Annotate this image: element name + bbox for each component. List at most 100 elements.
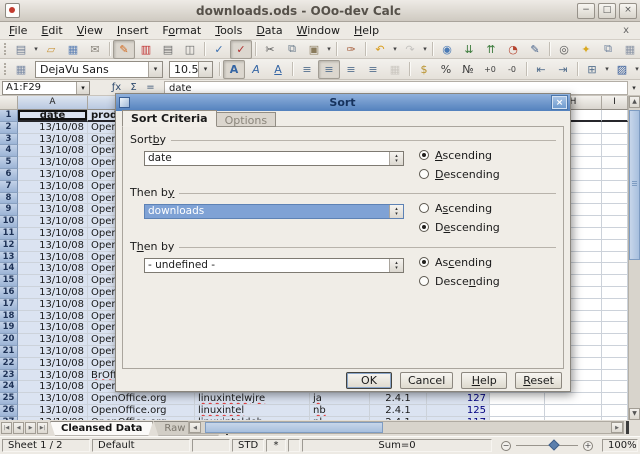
formula-bar-expand-icon[interactable]: ▾ bbox=[628, 84, 640, 92]
row-header-7[interactable]: 7 bbox=[0, 181, 18, 193]
cell-a21[interactable]: 13/10/08 bbox=[18, 346, 88, 358]
row-header-8[interactable]: 8 bbox=[0, 193, 18, 205]
cell-a14[interactable]: 13/10/08 bbox=[18, 263, 88, 275]
font-name-combobox[interactable]: DejaVu Sans▾ bbox=[35, 61, 163, 78]
ok-button[interactable]: OK bbox=[346, 372, 392, 389]
auto-spellcheck-button[interactable]: ✓ bbox=[230, 40, 252, 59]
align-left-button[interactable]: ≡ bbox=[296, 60, 318, 79]
then-by-2-value[interactable]: - undefined - bbox=[145, 259, 389, 272]
undo-dropdown-icon[interactable]: ▾ bbox=[391, 45, 399, 53]
last-sheet-button[interactable]: ▶| bbox=[37, 422, 48, 434]
cell-a2[interactable]: 13/10/08 bbox=[18, 122, 88, 134]
sort-by-spinner-icon[interactable]: ▴▾ bbox=[389, 152, 403, 165]
cell-a7[interactable]: 13/10/08 bbox=[18, 181, 88, 193]
scroll-left-icon[interactable]: ◀ bbox=[189, 422, 201, 433]
then-by-2-ascending-radio[interactable] bbox=[419, 257, 429, 267]
hyperlink-button[interactable]: ◉ bbox=[436, 40, 458, 59]
undo-button[interactable]: ↶ bbox=[369, 40, 391, 59]
cell-a26[interactable]: 13/10/08 bbox=[18, 405, 88, 417]
cell-a12[interactable]: 13/10/08 bbox=[18, 240, 88, 252]
cell-i10[interactable] bbox=[602, 216, 628, 228]
redo-button[interactable]: ↷ bbox=[399, 40, 421, 59]
find-replace-button[interactable]: ◎ bbox=[553, 40, 575, 59]
bold-button[interactable]: A bbox=[223, 60, 245, 79]
cell-d26[interactable]: nb bbox=[310, 405, 370, 417]
styles-window-button[interactable]: ▦ bbox=[10, 60, 32, 79]
redo-dropdown-icon[interactable]: ▾ bbox=[421, 45, 429, 53]
row-header-4[interactable]: 4 bbox=[0, 145, 18, 157]
background-color-button[interactable]: ▨ bbox=[611, 60, 633, 79]
background-color-dropdown-icon[interactable]: ▾ bbox=[633, 65, 640, 73]
new-document-button[interactable]: ▤ bbox=[10, 40, 32, 59]
minimize-button[interactable]: − bbox=[577, 3, 595, 19]
borders-button[interactable]: ⊞ bbox=[581, 60, 603, 79]
spellcheck-button[interactable]: ✓ bbox=[208, 40, 230, 59]
scroll-down-icon[interactable]: ▼ bbox=[629, 408, 640, 420]
row-header-9[interactable]: 9 bbox=[0, 204, 18, 216]
cell-i19[interactable] bbox=[602, 322, 628, 334]
grid-corner[interactable] bbox=[0, 96, 18, 110]
row-header-12[interactable]: 12 bbox=[0, 240, 18, 252]
then-by-1-combobox[interactable]: downloads▴▾ bbox=[144, 204, 404, 219]
cell-a1[interactable]: date bbox=[18, 110, 88, 122]
font-name-value[interactable]: DejaVu Sans bbox=[36, 63, 148, 76]
cell-i1[interactable] bbox=[602, 110, 628, 122]
menu-insert[interactable]: Insert bbox=[110, 23, 156, 38]
row-header-3[interactable]: 3 bbox=[0, 134, 18, 146]
zoom-slider[interactable]: − + bbox=[494, 441, 600, 451]
menu-help[interactable]: Help bbox=[347, 23, 386, 38]
cell-a16[interactable]: 13/10/08 bbox=[18, 287, 88, 299]
help-button[interactable]: Help bbox=[461, 372, 507, 389]
cell-i15[interactable] bbox=[602, 275, 628, 287]
cell-a25[interactable]: 13/10/08 bbox=[18, 393, 88, 405]
gallery-button[interactable]: ▦ bbox=[619, 40, 640, 59]
cell-i22[interactable] bbox=[602, 358, 628, 370]
cell-i26[interactable] bbox=[602, 405, 628, 417]
name-box-dropdown[interactable]: ▾ bbox=[76, 82, 89, 94]
column-header-a[interactable]: A bbox=[18, 96, 88, 110]
navigator-button[interactable]: ✦ bbox=[575, 40, 597, 59]
cell-i13[interactable] bbox=[602, 252, 628, 264]
cell-a10[interactable]: 13/10/08 bbox=[18, 216, 88, 228]
underline-button[interactable]: A bbox=[267, 60, 289, 79]
cut-button[interactable]: ✂ bbox=[259, 40, 281, 59]
row-header-21[interactable]: 21 bbox=[0, 346, 18, 358]
cell-a6[interactable]: 13/10/08 bbox=[18, 169, 88, 181]
row-header-25[interactable]: 25 bbox=[0, 393, 18, 405]
scroll-right-icon[interactable]: ▶ bbox=[611, 422, 623, 433]
function-wizard-icon[interactable]: ƒx bbox=[108, 82, 125, 93]
cell-a23[interactable]: 13/10/08 bbox=[18, 370, 88, 382]
then-by-2-descending-radio[interactable] bbox=[419, 276, 429, 286]
page-preview-button[interactable]: ◫ bbox=[179, 40, 201, 59]
sort-by-ascending-radio[interactable] bbox=[419, 150, 429, 160]
then-by-1-value[interactable]: downloads bbox=[145, 205, 389, 218]
dialog-tab-sort-criteria[interactable]: Sort Criteria bbox=[122, 110, 217, 127]
cell-a3[interactable]: 13/10/08 bbox=[18, 134, 88, 146]
horizontal-scrollbar[interactable]: ◀ ▶ bbox=[188, 421, 624, 434]
increase-indent-button[interactable]: ⇥ bbox=[552, 60, 574, 79]
cell-i7[interactable] bbox=[602, 181, 628, 193]
row-header-23[interactable]: 23 bbox=[0, 370, 18, 382]
cell-a9[interactable]: 13/10/08 bbox=[18, 204, 88, 216]
cell-f26[interactable]: 125 bbox=[427, 405, 490, 417]
then-by-2-spinner-icon[interactable]: ▴▾ bbox=[389, 259, 403, 272]
font-name-dropdown-icon[interactable]: ▾ bbox=[148, 62, 162, 77]
close-button[interactable]: × bbox=[619, 3, 637, 19]
cell-a11[interactable]: 13/10/08 bbox=[18, 228, 88, 240]
currency-button[interactable]: $ bbox=[413, 60, 435, 79]
then-by-1-descending-radio[interactable] bbox=[419, 222, 429, 232]
vertical-scrollbar-thumb[interactable] bbox=[629, 110, 640, 260]
delete-decimal-button[interactable]: -0 bbox=[501, 60, 523, 79]
cell-i5[interactable] bbox=[602, 157, 628, 169]
cell-i4[interactable] bbox=[602, 145, 628, 157]
new-document-dropdown-icon[interactable]: ▾ bbox=[32, 45, 40, 53]
cell-h26[interactable] bbox=[545, 405, 602, 417]
menu-data[interactable]: Data bbox=[249, 23, 289, 38]
row-header-15[interactable]: 15 bbox=[0, 275, 18, 287]
cancel-button[interactable]: Cancel bbox=[400, 372, 453, 389]
cell-a5[interactable]: 13/10/08 bbox=[18, 157, 88, 169]
cell-a4[interactable]: 13/10/08 bbox=[18, 145, 88, 157]
insert-chart-button[interactable]: ◔ bbox=[502, 40, 524, 59]
scroll-up-icon[interactable]: ▲ bbox=[629, 96, 640, 108]
sort-ascending-button[interactable]: ⇊ bbox=[458, 40, 480, 59]
